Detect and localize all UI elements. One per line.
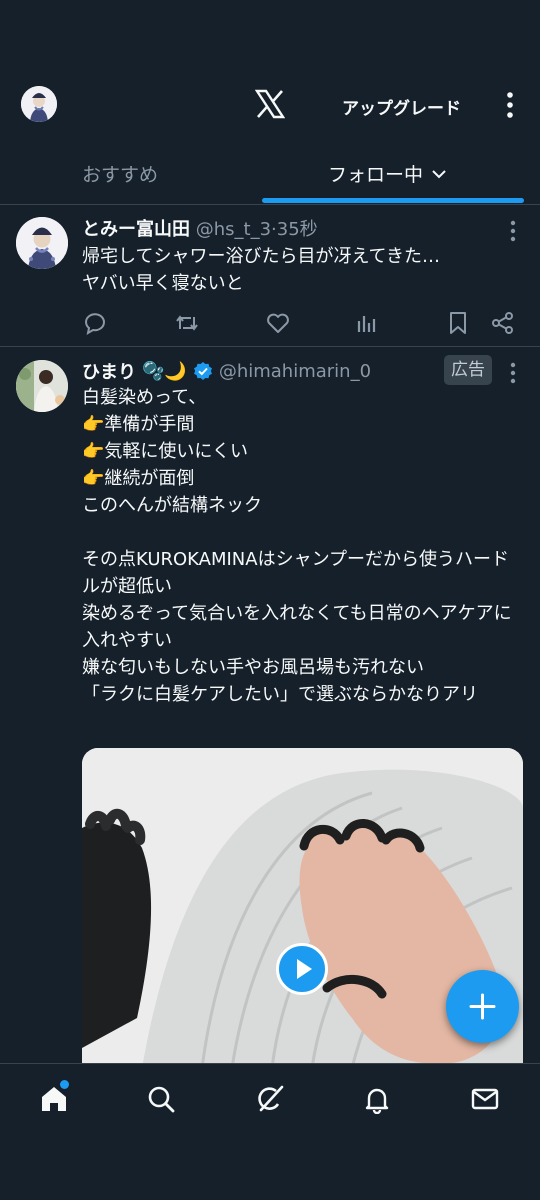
post-time[interactable]: 35秒 bbox=[277, 219, 318, 240]
ad-badge: 広告 bbox=[444, 355, 492, 385]
tab-following-label: フォロー中 bbox=[328, 164, 424, 186]
notifications-icon[interactable] bbox=[362, 1084, 392, 1114]
name-emoji: 🫧🌙 bbox=[142, 360, 187, 382]
post-header: とみー富山田 @hs_t_3·35秒 bbox=[82, 215, 318, 241]
active-tab-indicator bbox=[262, 198, 524, 203]
author-avatar[interactable] bbox=[16, 360, 68, 412]
post-text: 白髪染めって、 👉準備が手間 👉気軽に使いにくい 👉継続が面倒 このへんが結構ネ… bbox=[82, 387, 512, 705]
author-handle[interactable]: @hs_t_3 bbox=[196, 219, 271, 240]
home-notification-dot bbox=[60, 1080, 69, 1089]
search-icon[interactable] bbox=[146, 1084, 176, 1114]
share-icon[interactable] bbox=[490, 310, 516, 336]
post-header: ひまり 🫧🌙 @himahimarin_0 bbox=[82, 358, 371, 384]
author-name[interactable]: とみー富山田 bbox=[82, 219, 190, 240]
x-logo-icon bbox=[255, 89, 285, 119]
more-options-icon[interactable] bbox=[500, 90, 520, 120]
author-handle[interactable]: @himahimarin_0 bbox=[219, 361, 371, 382]
upgrade-button[interactable]: アップグレード bbox=[342, 94, 461, 119]
promoted-post[interactable]: ひまり 🫧🌙 @himahimarin_0 広告 白髪染めって、 👉準備が手間 … bbox=[0, 347, 540, 1068]
grok-icon[interactable] bbox=[255, 1084, 285, 1114]
tab-following[interactable]: フォロー中 bbox=[328, 160, 447, 187]
post-more-icon[interactable] bbox=[510, 220, 516, 242]
author-avatar[interactable] bbox=[16, 217, 68, 269]
plus-icon bbox=[469, 993, 496, 1020]
bookmark-icon[interactable] bbox=[445, 310, 471, 336]
play-button[interactable] bbox=[276, 943, 328, 995]
reply-icon[interactable] bbox=[82, 310, 108, 336]
verified-badge-icon bbox=[193, 362, 212, 380]
play-icon bbox=[297, 959, 312, 979]
post-text: 帰宅してシャワー浴びたら目が冴えてきた… ヤバい早く寝ないと bbox=[82, 246, 441, 294]
like-icon[interactable] bbox=[265, 310, 291, 336]
repost-icon[interactable] bbox=[174, 310, 200, 336]
author-name[interactable]: ひまり bbox=[82, 358, 136, 384]
profile-avatar[interactable] bbox=[21, 86, 57, 122]
post[interactable]: とみー富山田 @hs_t_3·35秒 帰宅してシャワー浴びたら目が冴えてきた… … bbox=[0, 206, 540, 347]
post-more-icon[interactable] bbox=[510, 362, 516, 384]
chevron-down-icon bbox=[432, 169, 446, 178]
timeline-screen: アップグレード おすすめ フォロー中 とみー富山田 @hs_t_3·35秒 帰宅… bbox=[0, 0, 540, 1200]
timeline-tabs: おすすめ フォロー中 bbox=[0, 150, 540, 205]
views-icon[interactable] bbox=[354, 310, 380, 336]
messages-icon[interactable] bbox=[470, 1084, 500, 1114]
post-actions bbox=[82, 310, 522, 338]
bottom-navigation bbox=[0, 1063, 540, 1200]
top-header: アップグレード おすすめ フォロー中 bbox=[0, 0, 540, 205]
compose-button[interactable] bbox=[446, 970, 519, 1043]
tab-recommended[interactable]: おすすめ bbox=[82, 160, 158, 187]
